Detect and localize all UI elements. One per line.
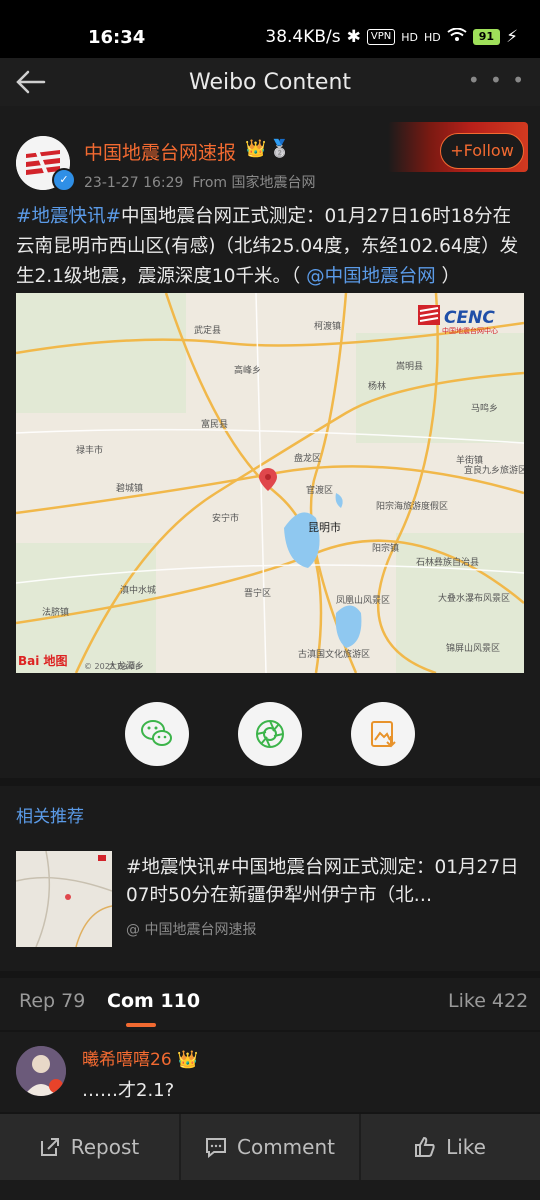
earthquake-map-image[interactable]: 武定县 柯渡镇 羊街镇 马鸣乡 富民县 高峰乡 禄丰市 碧城镇 盘龙区 宜良九乡…: [16, 293, 524, 673]
status-bar: 16:34 38.4KB/s ✱ VPN HD HD 91 ⚡: [0, 0, 540, 58]
wechat-icon: [141, 720, 172, 746]
status-time: 16:34: [88, 27, 146, 48]
comment-username[interactable]: 曦希嘻嘻26 👑: [82, 1045, 198, 1070]
comment-username-text: 曦希嘻嘻26: [82, 1050, 172, 1070]
crown-icon: 👑: [177, 1050, 199, 1070]
active-tab-indicator: [126, 1023, 156, 1027]
mention-link[interactable]: @中国地震台网: [306, 266, 436, 287]
map-label: 古滇国文化旅游区: [298, 648, 370, 660]
like-button[interactable]: Like: [361, 1114, 539, 1180]
tab-comments[interactable]: Com 110: [107, 990, 200, 1012]
post-source: From 国家地震台网: [192, 175, 316, 191]
like-label: Like: [446, 1135, 486, 1159]
map-label: 嵩明县: [396, 361, 423, 372]
page-title: Weibo Content: [188, 70, 352, 95]
repost-icon: [40, 1138, 59, 1156]
crown-icon: 👑: [245, 139, 267, 159]
tab-reposts[interactable]: Rep 79: [19, 990, 85, 1012]
battery-icon: 91: [472, 29, 501, 45]
verified-badge-icon: ✓: [52, 168, 76, 192]
map-label: 石林彝族自治县: [416, 556, 479, 568]
share-moments-button[interactable]: [238, 702, 302, 766]
map-label: 晋宁区: [244, 587, 271, 599]
map-label: 杨林: [368, 380, 386, 392]
post-body-end: ）: [435, 266, 460, 287]
post-text: #地震快讯#中国地震台网正式测定：01月27日16时18分在云南昆明市西山区(有…: [16, 202, 528, 292]
thumbs-up-icon: [415, 1136, 435, 1157]
post-time: 23-1-27 16:29: [84, 175, 184, 191]
map-label: 昆明市: [308, 520, 341, 534]
comment-icon: [206, 1138, 226, 1158]
map-copyright: © 2023 Baidu: [84, 662, 140, 671]
hd-signal-icon-2: HD: [424, 30, 441, 44]
related-thumbnail[interactable]: [16, 851, 112, 947]
wifi-icon: [447, 27, 467, 47]
map-label: 锦屏山风景区: [446, 642, 500, 654]
related-post-text[interactable]: #地震快讯#中国地震台网正式测定：01月27日07时50分在新疆伊犁州伊宁市（北…: [126, 854, 522, 910]
map-label: 滇中水城: [120, 584, 156, 596]
related-title: 相关推荐: [16, 807, 84, 827]
home-indicator-area: [0, 1180, 540, 1200]
network-speed: 38.4KB/s: [265, 27, 341, 47]
map-label: 马鸣乡: [471, 402, 498, 414]
map-label: 阳宗镇: [372, 542, 399, 554]
share-wechat-button[interactable]: [125, 702, 189, 766]
cenc-logo-text: CENC: [444, 308, 495, 328]
comment-button[interactable]: Comment: [181, 1114, 359, 1180]
cenc-logo-subtitle: 中国地震台网中心: [442, 326, 498, 335]
map-label: 武定县: [194, 324, 221, 336]
repost-label: Repost: [70, 1135, 140, 1159]
map-label: 法脐镇: [42, 606, 69, 618]
moments-icon: [256, 720, 284, 748]
comment-label: Comment: [237, 1135, 335, 1159]
top-nav: Weibo Content • • •: [0, 58, 540, 106]
map-label: 大叠水瀑布风景区: [438, 592, 510, 604]
map-label: 宜良九乡旅游区: [464, 464, 524, 476]
follow-button[interactable]: +Follow: [440, 133, 524, 169]
bluetooth-icon: ✱: [346, 27, 361, 47]
post-meta: 23-1-27 16:29 From 国家地震台网: [84, 172, 315, 192]
map-label: 盘龙区: [294, 452, 321, 464]
save-image-button[interactable]: [351, 702, 415, 766]
map-label: 凤凰山风景区: [336, 595, 390, 606]
repost-button[interactable]: Repost: [0, 1114, 178, 1180]
map-label: 官渡区: [306, 484, 333, 496]
hd-signal-icon: HD: [401, 30, 418, 44]
medal-icon: 🥈: [269, 139, 291, 159]
map-label: 阳宗海旅游度假区: [376, 500, 448, 512]
vpn-icon: VPN: [366, 29, 396, 45]
map-label: 柯渡镇: [314, 320, 341, 332]
hashtag-link[interactable]: #地震快讯#: [16, 206, 121, 227]
baidu-logo: Bai 地图: [18, 653, 68, 668]
tab-likes[interactable]: Like 422: [448, 990, 528, 1012]
related-hashtag: #地震快讯#: [126, 857, 232, 878]
charging-icon: ⚡: [506, 27, 518, 47]
map-label: 羊街镇: [456, 454, 483, 466]
comment-item: [0, 1032, 540, 1112]
map-label: 安宁市: [212, 512, 239, 524]
comment-text: ……才2.1?: [82, 1080, 175, 1101]
map-label: 富民县: [201, 418, 228, 430]
map-label: 碧城镇: [116, 482, 143, 494]
save-image-icon: [371, 721, 396, 748]
comment-avatar[interactable]: [16, 1046, 66, 1096]
map-label: 高峰乡: [234, 364, 261, 376]
status-icons: 38.4KB/s ✱ VPN HD HD 91 ⚡: [265, 27, 518, 47]
more-options-icon[interactable]: • • •: [468, 68, 526, 92]
post-username[interactable]: 中国地震台网速报: [84, 138, 236, 165]
map-label: 禄丰市: [76, 444, 103, 456]
related-source: @ 中国地震台网速报: [126, 922, 257, 938]
